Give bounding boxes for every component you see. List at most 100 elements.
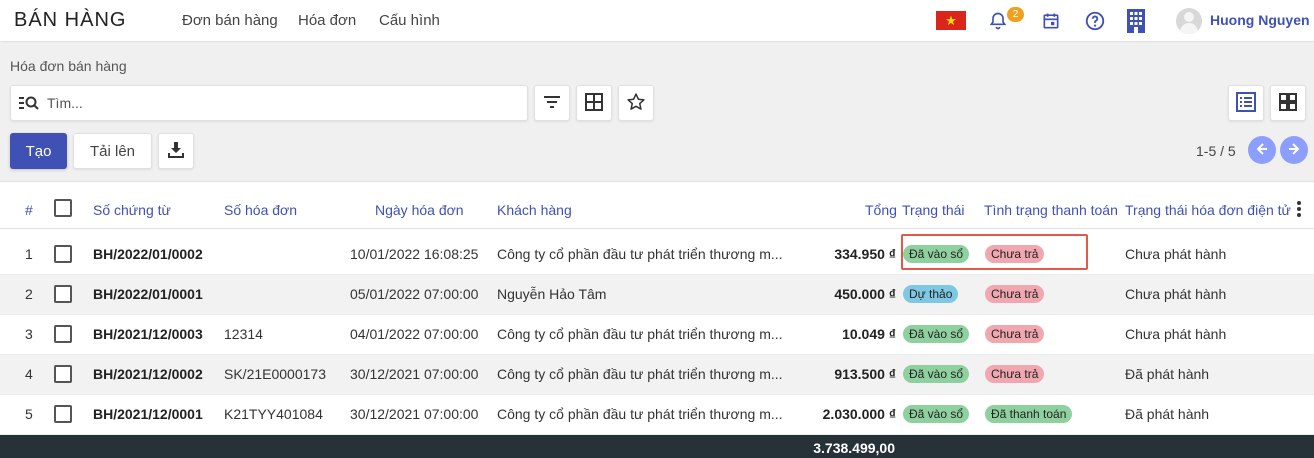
help-icon[interactable] (1082, 8, 1108, 34)
download-button[interactable] (158, 133, 194, 169)
avatar[interactable] (1176, 8, 1202, 34)
column-payment-status[interactable]: Tình trạng thanh toán (984, 202, 1118, 218)
customer: Công ty cổ phần đầu tư phát triển thương… (497, 246, 783, 262)
invoice-no: 12314 (224, 326, 263, 342)
pager-value[interactable]: 1-5 / 5 (1196, 143, 1236, 159)
filter-button[interactable] (534, 85, 570, 121)
select-all-checkbox[interactable] (54, 199, 72, 217)
total: 913.500 ₫ (834, 366, 896, 382)
star-icon (626, 92, 646, 115)
payment-badge: Chưa trả (985, 325, 1045, 343)
search-icon (18, 95, 40, 114)
doc-no[interactable]: BH/2021/12/0002 (93, 366, 203, 382)
kanban-view-icon (1278, 92, 1298, 115)
invoice-no: SK/21E0000173 (224, 366, 326, 382)
einvoice-status: Đã phát hành (1125, 406, 1210, 422)
status-badge: Đã vào sổ (903, 325, 970, 343)
table-row[interactable]: 4 BH/2021/12/0002 SK/21E0000173 30/12/20… (0, 355, 1314, 395)
list-view-button[interactable] (1228, 85, 1264, 121)
row-checkbox[interactable] (54, 365, 72, 383)
calendar-icon[interactable] (1038, 8, 1064, 34)
einvoice-status: Đã phát hành (1125, 366, 1210, 382)
customer: Nguyễn Hảo Tâm (497, 286, 607, 302)
search-input[interactable] (47, 92, 517, 114)
grid-layers-icon (585, 92, 603, 114)
customer: Công ty cổ phần đầu tư phát triển thương… (497, 366, 783, 382)
payment-badge: Chưa trả (985, 365, 1045, 383)
table-header: # Số chứng từ Số hóa đơn Ngày hóa đơn Kh… (0, 183, 1314, 229)
status-badge: Đã vào sổ (903, 405, 970, 423)
menu-invoices[interactable]: Hóa đơn (298, 12, 356, 29)
column-invoice-no[interactable]: Số hóa đơn (224, 202, 297, 218)
einvoice-status: Chưa phát hành (1125, 286, 1227, 302)
einvoice-status: Chưa phát hành (1125, 326, 1227, 342)
arrow-right-icon (1287, 142, 1301, 159)
table-row[interactable]: 1 BH/2022/01/0002 10/01/2022 16:08:25 Cô… (0, 235, 1314, 275)
group-by-button[interactable] (576, 85, 612, 121)
row-index: 4 (25, 366, 33, 382)
top-navbar: BÁN HÀNG Đơn bán hàng Hóa đơn Cấu hình ★… (0, 0, 1314, 42)
doc-no[interactable]: BH/2022/01/0001 (93, 286, 203, 302)
row-index: 2 (25, 286, 33, 302)
user-name[interactable]: Huong Nguyen (1210, 12, 1310, 28)
status-badge: Dự thảo (903, 285, 959, 303)
table-footer: 3.738.499,00 (0, 435, 1314, 458)
table-row[interactable]: 3 BH/2021/12/0003 12314 04/01/2022 07:00… (0, 315, 1314, 355)
search-box[interactable] (10, 85, 528, 121)
notification-badge: 2 (1007, 7, 1024, 22)
column-doc-no[interactable]: Số chứng từ (93, 202, 171, 218)
highlight-annotation (901, 234, 1088, 270)
pager-previous-button[interactable] (1248, 136, 1276, 164)
status-badge: Đã vào sổ (903, 365, 970, 383)
create-button[interactable]: Tạo (10, 133, 67, 169)
payment-badge: Chưa trả (985, 285, 1045, 303)
doc-no[interactable]: BH/2021/12/0003 (93, 326, 203, 342)
doc-no[interactable]: BH/2022/01/0002 (93, 246, 203, 262)
total: 10.049 ₫ (842, 326, 896, 342)
invoice-date: 10/01/2022 16:08:25 (350, 246, 479, 262)
row-checkbox[interactable] (54, 325, 72, 343)
row-checkbox[interactable] (54, 245, 72, 263)
doc-no[interactable]: BH/2021/12/0001 (93, 406, 203, 422)
table-row[interactable]: 5 BH/2021/12/0001 K21TYY401084 30/12/202… (0, 395, 1314, 435)
invoice-date: 05/01/2022 07:00:00 (350, 286, 479, 302)
vietnam-flag-icon[interactable]: ★ (936, 11, 966, 30)
row-index: 3 (25, 326, 33, 342)
row-checkbox[interactable] (54, 405, 72, 423)
column-index: # (25, 202, 33, 218)
invoice-no: K21TYY401084 (224, 406, 323, 422)
invoice-date: 30/12/2021 07:00:00 (350, 406, 479, 422)
building-icon[interactable] (1123, 8, 1149, 34)
einvoice-status: Chưa phát hành (1125, 246, 1227, 262)
column-options-icon[interactable] (1296, 200, 1302, 221)
total: 2.030.000 ₫ (822, 406, 896, 422)
customer: Công ty cổ phần đầu tư phát triển thương… (497, 406, 783, 422)
favorites-button[interactable] (618, 85, 654, 121)
upload-button[interactable]: Tải lên (73, 133, 152, 169)
kanban-view-button[interactable] (1270, 85, 1306, 121)
arrow-left-icon (1255, 142, 1269, 159)
column-einvoice-status[interactable]: Trạng thái hóa đơn điện tử (1125, 202, 1291, 218)
row-checkbox[interactable] (54, 285, 72, 303)
column-status[interactable]: Trạng thái (902, 202, 965, 218)
footer-total: 3.738.499,00 (813, 440, 895, 456)
menu-sales-orders[interactable]: Đơn bán hàng (182, 12, 278, 29)
app-title[interactable]: BÁN HÀNG (14, 9, 126, 32)
table-row[interactable]: 2 BH/2022/01/0001 05/01/2022 07:00:00 Ng… (0, 275, 1314, 315)
row-index: 1 (25, 246, 33, 262)
payment-badge: Đã thanh toán (985, 405, 1073, 423)
download-icon (167, 141, 185, 162)
breadcrumb: Hóa đơn bán hàng (10, 58, 127, 74)
column-total[interactable]: Tổng (865, 202, 897, 218)
column-invoice-date[interactable]: Ngày hóa đơn (375, 202, 464, 218)
menu-configuration[interactable]: Cấu hình (379, 12, 440, 29)
total: 334.950 ₫ (834, 246, 896, 262)
invoice-date: 04/01/2022 07:00:00 (350, 326, 479, 342)
list-view-icon (1236, 91, 1256, 115)
pager-next-button[interactable] (1280, 136, 1308, 164)
total: 450.000 ₫ (834, 286, 896, 302)
column-customer[interactable]: Khách hàng (497, 202, 572, 218)
customer: Công ty cổ phần đầu tư phát triển thương… (497, 326, 783, 342)
filter-icon (543, 95, 561, 112)
control-panel: Hóa đơn bán hàng Tạo Tải lên (0, 43, 1314, 182)
